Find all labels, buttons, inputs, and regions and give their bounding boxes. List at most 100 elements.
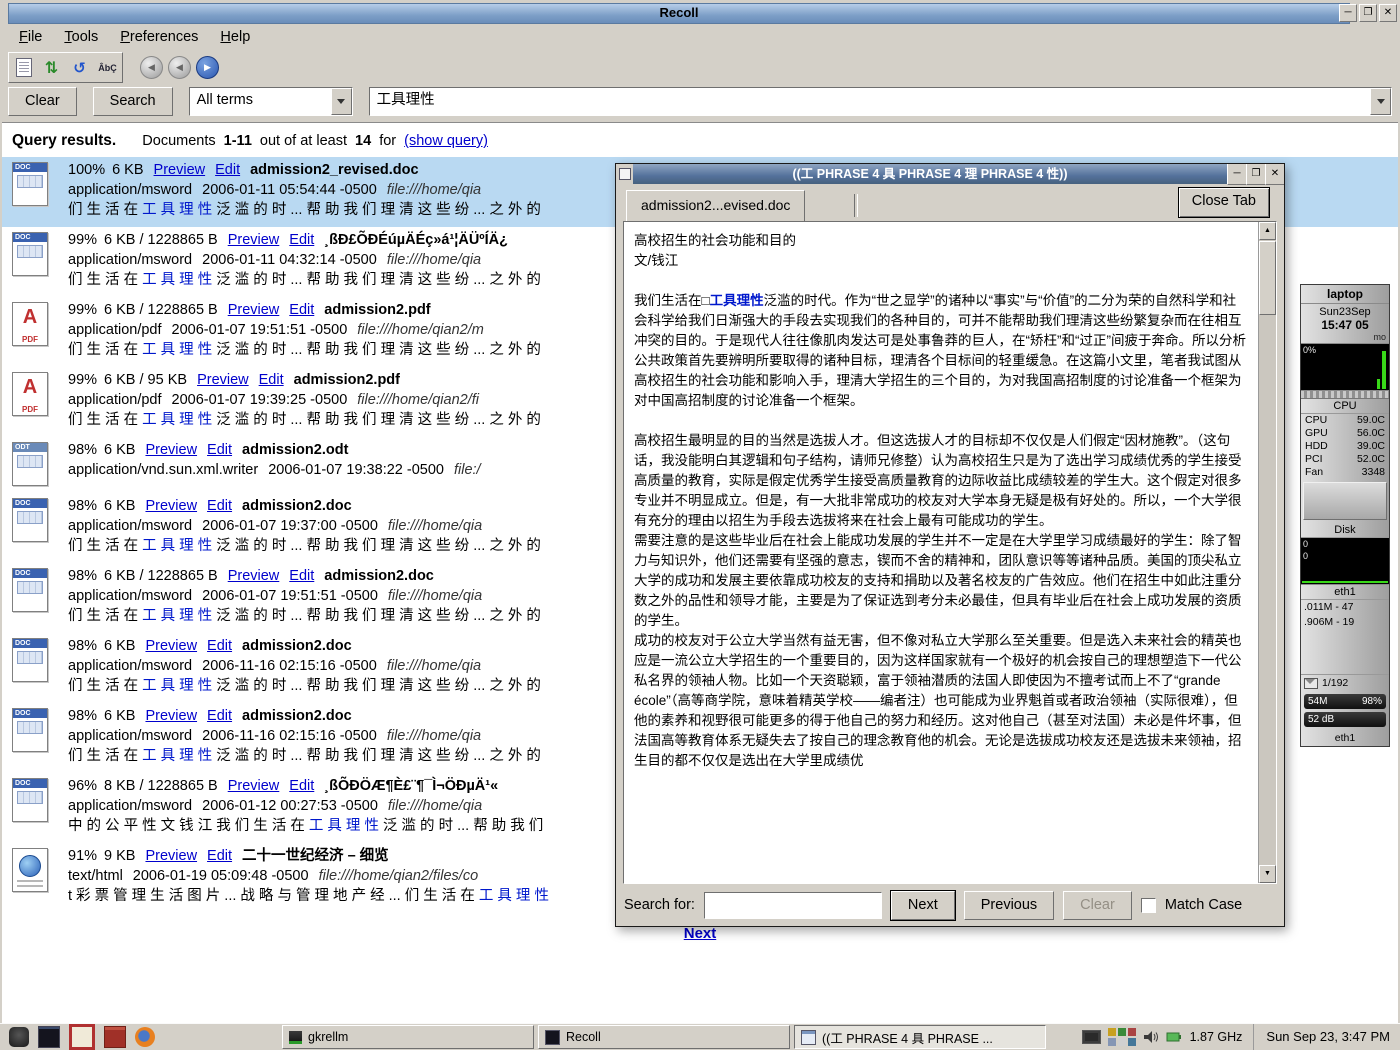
preview-link[interactable]: Preview [154, 162, 206, 178]
query-input[interactable]: 工具理性 [369, 87, 1392, 116]
tray-icon[interactable] [1108, 1028, 1116, 1036]
edit-link[interactable]: Edit [207, 498, 232, 514]
cpu-activity-spike [1382, 351, 1386, 389]
result-size: 6 KB [112, 162, 143, 178]
maximize-button[interactable]: ❐ [1359, 4, 1377, 22]
taskbar-clock[interactable]: Sun Sep 23, 3:47 PM [1253, 1024, 1390, 1050]
maximize-button[interactable]: ❐ [1246, 164, 1265, 185]
gkrellm-monitor[interactable]: laptop Sun23Sep 15:47 05 mo 0% CPU CPU59… [1300, 284, 1390, 747]
tray-icon[interactable] [1128, 1038, 1136, 1046]
edit-link[interactable]: Edit [289, 232, 314, 248]
menu-file[interactable]: File [8, 26, 53, 49]
result-score: 98% [68, 638, 97, 654]
tray-icon[interactable] [1128, 1028, 1136, 1036]
preview-link[interactable]: Preview [145, 638, 197, 654]
preview-link[interactable]: Preview [145, 442, 197, 458]
doc-file-icon: DOC [12, 708, 52, 766]
app-menu-icon[interactable] [9, 1027, 29, 1047]
close-button[interactable]: ✕ [1265, 164, 1284, 185]
result-date: 2006-11-16 02:15:16 -0500 [202, 658, 377, 674]
preview-tab[interactable]: admission2...evised.doc [626, 190, 805, 221]
find-previous-button[interactable]: Previous [964, 891, 1054, 920]
preview-titlebar[interactable]: ((工 PHRASE 4 具 PHRASE 4 理 PHRASE 4 性)) ─… [616, 164, 1284, 184]
preview-link[interactable]: Preview [228, 568, 280, 584]
edit-link[interactable]: Edit [215, 162, 240, 178]
preview-link[interactable]: Preview [145, 708, 197, 724]
show-query-link[interactable]: (show query) [404, 133, 488, 149]
results-count-suffix: for [379, 133, 396, 149]
menu-help[interactable]: Help [209, 26, 261, 49]
next-page-link[interactable]: Next [684, 925, 717, 942]
document-preview-button[interactable] [11, 55, 36, 80]
sensor-value: 56.0C [1357, 427, 1385, 440]
result-url: file:///home/qian2/files/co [319, 868, 479, 884]
result-size: 6 KB [104, 498, 135, 514]
preview-link[interactable]: Preview [228, 778, 280, 794]
close-tab-button[interactable]: Close Tab [1178, 187, 1270, 218]
minimize-button[interactable]: ─ [1339, 4, 1357, 22]
previous-page-button[interactable]: ◀ [167, 55, 192, 80]
chevron-down-icon[interactable] [1370, 88, 1391, 115]
taskbar-task-button[interactable]: ((工 PHRASE 4 具 PHRASE ... [794, 1025, 1046, 1049]
volume-icon[interactable] [1143, 1029, 1159, 1045]
close-button[interactable]: ✕ [1379, 4, 1397, 22]
result-url: file:///home/qian2/m [357, 322, 484, 338]
history-button[interactable]: ↺ [67, 55, 92, 80]
first-page-button[interactable]: ◀ [139, 55, 164, 80]
term-explorer-button[interactable]: ÂbÇ [95, 55, 120, 80]
preview-text[interactable]: 高校招生的社会功能和目的文/钱江我们生活在□工具理性泛滥的时代。作为“世之显学”… [624, 222, 1258, 883]
find-clear-button[interactable]: Clear [1063, 891, 1132, 920]
scroll-up-icon[interactable]: ▲ [1259, 222, 1276, 240]
menu-preferences[interactable]: Preferences [109, 26, 209, 49]
query-results-title: Query results. [12, 132, 116, 149]
main-titlebar[interactable]: Recoll [8, 3, 1350, 24]
edit-link[interactable]: Edit [289, 302, 314, 318]
find-next-button[interactable]: Next [891, 891, 955, 920]
minimize-button[interactable]: ─ [1227, 164, 1246, 185]
tray-icon[interactable] [1118, 1028, 1126, 1036]
taskbar-task-button[interactable]: gkrellm [282, 1025, 534, 1049]
edit-link[interactable]: Edit [289, 778, 314, 794]
match-case-checkbox[interactable] [1141, 898, 1156, 913]
preview-link[interactable]: Preview [145, 498, 197, 514]
edit-link[interactable]: Edit [207, 442, 232, 458]
preview-link[interactable]: Preview [228, 302, 280, 318]
chevron-down-icon[interactable] [331, 88, 352, 115]
display-launcher-icon[interactable] [69, 1024, 95, 1050]
scroll-down-icon[interactable]: ▼ [1259, 865, 1276, 883]
result-snippet: 们 生 活 在 工 具 理 性 泛 滥 的 时 ... 帮 助 我 们 理 清 … [68, 536, 541, 556]
next-page-button[interactable]: ▶ [195, 55, 220, 80]
results-range: 1-11 [224, 133, 252, 149]
sort-button[interactable]: ⇅ [39, 55, 64, 80]
gkrellm-memory-bar[interactable]: 54M 98% [1304, 694, 1386, 709]
taskbar-task-button[interactable]: Recoll [538, 1025, 790, 1049]
preview-search-input[interactable] [704, 892, 882, 919]
keyboard-tray-icon[interactable] [1082, 1030, 1101, 1044]
preview-link[interactable]: Preview [197, 372, 249, 388]
scrollbar-thumb[interactable] [1259, 241, 1276, 315]
preview-link[interactable]: Preview [228, 232, 280, 248]
preview-link[interactable]: Preview [145, 848, 197, 864]
edit-link[interactable]: Edit [207, 848, 232, 864]
firefox-icon[interactable] [135, 1027, 155, 1047]
terminal-launcher-icon[interactable] [38, 1026, 60, 1048]
edit-link[interactable]: Edit [207, 638, 232, 654]
preview-scrollbar[interactable]: ▲ ▼ [1258, 222, 1276, 883]
menu-tools[interactable]: Tools [53, 26, 109, 49]
package-launcher-icon[interactable] [104, 1026, 126, 1048]
edit-link[interactable]: Edit [289, 568, 314, 584]
tray-icons[interactable] [1108, 1028, 1136, 1046]
gkrellm-volume-bar[interactable]: 52 dB [1304, 712, 1386, 727]
edit-link[interactable]: Edit [259, 372, 284, 388]
scrollbar-track[interactable] [1259, 240, 1276, 865]
result-mime: text/html [68, 868, 123, 884]
tray-icon[interactable] [1108, 1038, 1116, 1046]
search-button[interactable]: Search [93, 87, 173, 116]
search-mode-select[interactable]: All terms [189, 87, 353, 116]
sensor-value: 3348 [1362, 466, 1385, 479]
tray-icon[interactable] [1118, 1038, 1126, 1046]
clear-button[interactable]: Clear [8, 87, 77, 116]
edit-link[interactable]: Edit [207, 708, 232, 724]
results-total: 14 [355, 133, 371, 149]
taskbar-launchers [0, 1024, 164, 1050]
